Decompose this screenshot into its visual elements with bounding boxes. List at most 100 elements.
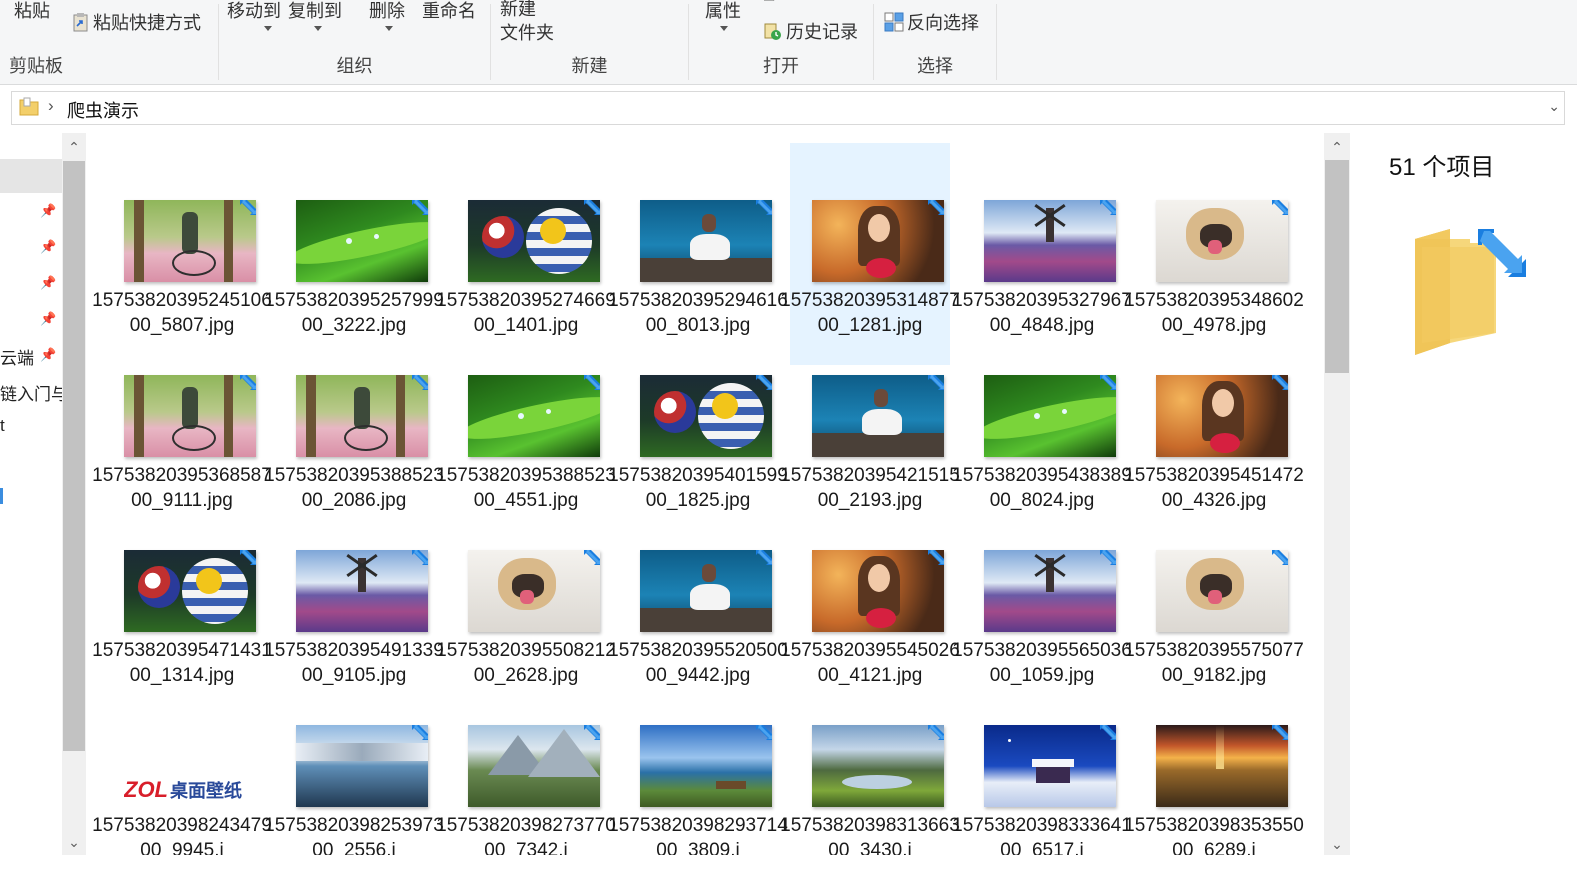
address-bar[interactable]: › 爬虫演示 ⌄ [11,91,1565,125]
nav-scrollbar[interactable]: ⌃ ⌄ [62,133,86,855]
paste-shortcut-button[interactable]: 粘贴快捷方式 [72,9,201,37]
shortcut-arrow-icon [1272,725,1288,740]
details-pane: 51 个项目 [1350,133,1577,855]
shortcut-arrow-icon [1100,550,1116,565]
file-thumbnail[interactable] [468,200,600,282]
file-thumbnail[interactable] [296,200,428,282]
shortcut-arrow-icon [584,550,600,565]
ribbon-separator [996,4,997,80]
file-thumbnail[interactable] [984,550,1116,632]
file-thumbnail[interactable] [1156,375,1288,457]
shortcut-arrow-icon [240,550,256,565]
history-button[interactable]: 历史记录 [763,18,858,46]
paste-shortcut-label: 粘贴快捷方式 [93,13,201,33]
folder-shortcut-preview-icon [1410,223,1530,363]
shortcut-arrow-icon [1100,200,1116,215]
file-name: 1575382039824347900_9945.j [92,815,272,855]
file-thumbnail[interactable] [1156,200,1288,282]
file-thumbnail[interactable] [468,725,600,807]
new-group: 新建 文件夹 新建 [491,0,688,84]
file-name: 1575382039831366300_3430.j [780,815,960,855]
delete-caret-icon [385,26,393,31]
nav-selected-item[interactable] [0,159,62,193]
nav-item-cloud[interactable]: 云端 [0,344,34,369]
file-thumbnail[interactable] [640,550,772,632]
shortcut-arrow-icon [928,725,944,740]
file-name: 1575382039829371400_3809.j [608,815,788,855]
nav-scroll-thumb[interactable] [63,161,85,751]
file-thumbnail[interactable]: ZOL 桌面壁纸 [124,725,256,807]
breadcrumb-current-folder[interactable]: 爬虫演示 [67,97,139,123]
file-item[interactable]: 1575382039825397300_2556.j [264,668,444,855]
breadcrumb-chevron-icon[interactable]: › [48,96,54,116]
rename-button[interactable]: 重命名 [422,0,476,23]
new-folder-button[interactable]: 新建 文件夹 [500,0,554,45]
clipboard-group-label: 剪贴板 [9,56,63,76]
file-thumbnail[interactable] [640,725,772,807]
properties-button[interactable]: 属性 [705,0,741,44]
file-thumbnail[interactable] [1156,725,1288,807]
file-thumbnail[interactable] [984,200,1116,282]
properties-caret-icon [720,26,728,31]
file-thumbnail[interactable] [812,725,944,807]
nav-item-marker [0,488,3,504]
shortcut-arrow-icon [756,200,772,215]
copy-to-button[interactable]: 复制到 [288,0,342,44]
pin-icon[interactable]: 📌 [40,239,56,255]
file-thumbnail[interactable] [468,550,600,632]
shortcut-arrow-icon [756,550,772,565]
file-thumbnail[interactable] [1156,550,1288,632]
item-count: 51 个项目 [1389,154,1495,181]
content-scrollbar[interactable]: ⌃ ⌄ [1324,133,1350,855]
nav-scroll-down-icon[interactable]: ⌄ [62,834,86,851]
nav-scroll-up-icon[interactable]: ⌃ [62,139,86,156]
file-thumbnail[interactable] [296,725,428,807]
shortcut-arrow-icon [412,375,428,390]
edit-button-cut[interactable]: ▭ [763,0,775,6]
pin-icon[interactable]: 📌 [40,347,56,363]
file-thumbnail[interactable] [640,375,772,457]
file-thumbnail[interactable] [812,550,944,632]
pin-icon[interactable]: 📌 [40,275,56,291]
invert-selection-button[interactable]: 反向选择 [884,9,979,37]
history-icon [763,21,783,46]
shortcut-arrow-icon [756,375,772,390]
address-history-chevron-down-icon[interactable]: ⌄ [1548,98,1560,115]
new-group-label: 新建 [571,56,608,76]
file-thumbnail[interactable] [296,550,428,632]
file-grid: 1575382039524510600_5807.jpg 157538203952… [92,133,1322,855]
file-name: 1575382039827377000_7342.j [436,815,616,855]
nav-item-intro[interactable]: 链入门与 [0,380,62,405]
shortcut-arrow-icon [928,375,944,390]
file-thumbnail[interactable] [984,375,1116,457]
file-item[interactable]: 1575382039829371400_3809.j [608,668,788,855]
file-item[interactable]: 1575382039833364100_6517.j [952,668,1132,855]
file-thumbnail[interactable] [812,200,944,282]
file-thumbnail[interactable] [640,200,772,282]
pin-icon[interactable]: 📌 [40,311,56,327]
file-item[interactable]: 1575382039831366300_3430.j [780,668,960,855]
file-thumbnail[interactable] [984,725,1116,807]
file-thumbnail[interactable] [124,550,256,632]
file-item[interactable]: 1575382039835355000_6289.j [1124,668,1304,855]
file-thumbnail[interactable] [124,200,256,282]
content-scroll-up-icon[interactable]: ⌃ [1324,139,1350,156]
shortcut-arrow-icon [1272,550,1288,565]
pin-icon[interactable]: 📌 [40,203,56,219]
delete-button[interactable]: 删除 [369,0,405,44]
file-item[interactable]: 1575382039827377000_7342.j [436,668,616,855]
file-thumbnail[interactable] [812,375,944,457]
paste-button[interactable]: 粘贴 [14,0,50,23]
content-scroll-down-icon[interactable]: ⌄ [1324,836,1350,853]
nav-item-t[interactable]: t [0,416,5,436]
file-thumbnail[interactable] [296,375,428,457]
properties-label: 属性 [705,1,741,21]
file-name: 1575382039833364100_6517.j [952,815,1132,855]
select-group-label: 选择 [917,56,953,76]
move-to-button[interactable]: 移动到 [227,0,281,44]
content-scroll-thumb[interactable] [1325,160,1349,373]
file-item[interactable]: ZOL 桌面壁纸 1575382039824347900_9945.j [92,668,272,855]
clipboard-group: 粘贴 粘贴快捷方式 剪贴板 [0,0,218,84]
file-thumbnail[interactable] [468,375,600,457]
file-thumbnail[interactable] [124,375,256,457]
